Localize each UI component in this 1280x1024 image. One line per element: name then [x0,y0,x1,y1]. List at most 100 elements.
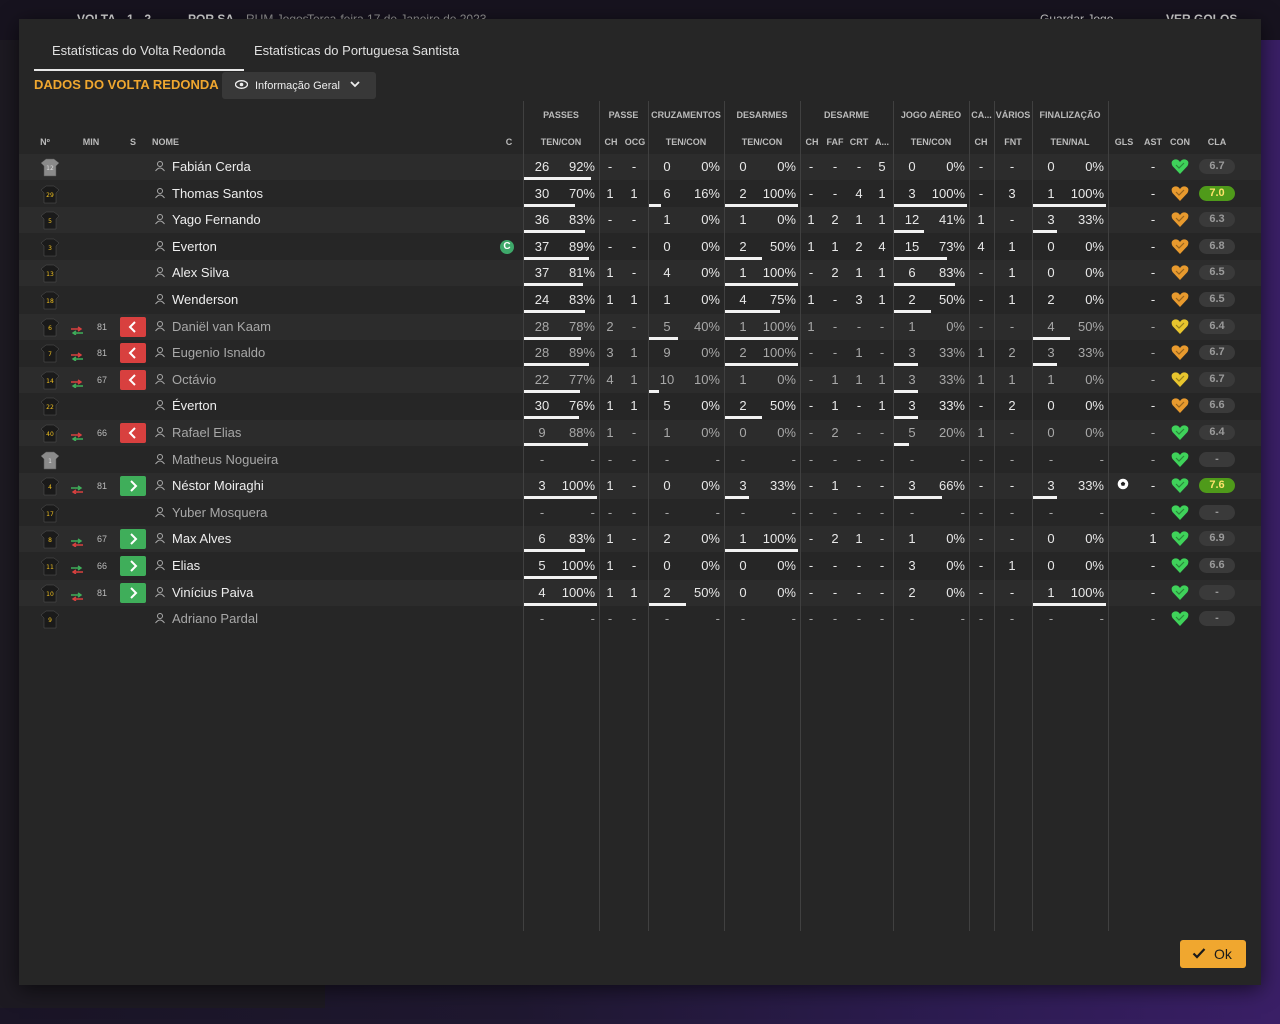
desarme-ch-value: - [808,611,814,627]
column-divider [1108,101,1109,931]
player-name[interactable]: Wenderson [172,292,238,307]
varios-fnt-value: - [1009,318,1015,334]
passes-attempts: 36 [534,212,550,228]
subbed-off-button[interactable] [120,343,146,364]
subbed-off-button[interactable] [120,423,146,443]
player-row[interactable]: 29 Thomas Santos 30 70% 6 16% 2 100% 3 100% 1 100% 1… [19,181,1261,207]
player-row[interactable]: 9 Adriano Pardal - - - - - - - - - - - - - - - - - - - - [19,606,1261,632]
column-header-aereo[interactable]: TEN/CON [897,137,965,147]
passes-success-bar [524,310,585,313]
player-row[interactable]: 1 Matheus Nogueira - - - - - - - - - - - - - - - - - - - - [19,447,1261,473]
column-header-con[interactable]: CON [1167,137,1193,147]
player-name[interactable]: Max Alves [172,531,231,546]
subbed-on-button[interactable] [120,476,146,497]
column-header-s[interactable]: S [126,137,140,147]
player-name[interactable]: Everton [172,239,217,254]
player-name[interactable]: Alex Silva [172,265,229,280]
column-header-c[interactable]: C [504,137,514,147]
column-header-passe-ch[interactable]: CH [601,137,621,147]
fin-percent: 0% [1085,558,1104,573]
subbed-off-button[interactable] [120,369,146,390]
aer-percent: - [960,611,965,627]
player-name[interactable]: Eugenio Isnaldo [172,345,265,360]
aer-percent: - [960,451,965,467]
column-header-name[interactable]: NOME [152,137,212,147]
column-header-des-crt[interactable]: CRT [847,137,871,147]
column-header-passes[interactable]: TEN/CON [529,137,593,147]
varios-fnt-value: - [1009,159,1015,174]
substitution-arrows-icon [70,323,84,338]
subbed-on-button[interactable] [120,556,146,576]
player-name[interactable]: Matheus Nogueira [172,452,278,467]
player-name[interactable]: Adriano Pardal [172,611,258,626]
player-name[interactable]: Fabián Cerda [172,159,251,174]
subbed-on-button[interactable] [120,529,146,550]
column-header-ast[interactable]: AST [1141,137,1165,147]
ok-button[interactable]: Ok [1180,940,1246,968]
shirt-number: 6 [48,325,52,332]
player-name[interactable]: Yuber Mosquera [172,505,267,520]
player-row[interactable]: 13 Alex Silva 37 81% 4 0% 1 100% 6 83% 0 0% 1- -2 1 1-1… [19,260,1261,287]
player-row[interactable]: 14 67 Octávio 22 77% 10 10% 1 0% 3 33% 1 0% 4 1-1 1 1 1 1-… [19,366,1261,393]
passe-ch-value: 1 [606,584,614,600]
player-row[interactable]: 22 Éverton 30 76% 5 0% 2 50% 3 33% 0 0% 1 1-1-1-2-6.6 [19,393,1261,420]
column-header-var-fnt[interactable]: FNT [999,137,1027,147]
player-name[interactable]: Néstor Moiraghi [172,478,264,493]
rating-badge: 6.5 [1199,265,1235,281]
column-header-min[interactable]: MIN [79,137,103,147]
chevron-left-icon [128,347,136,359]
column-header-des-ch[interactable]: CH [802,137,822,147]
aer-success-bar [894,283,955,287]
cartoes-ch-value: - [978,318,984,334]
aer-attempts: 2 [908,292,916,307]
column-header-no[interactable]: Nº [31,137,59,147]
player-name[interactable]: Vinícius Paiva [172,585,253,600]
player-name[interactable]: Éverton [172,398,217,413]
column-header-ca-ch[interactable]: CH [971,137,991,147]
column-header-cruz[interactable]: TEN/CON [652,137,720,147]
substitution-arrows-icon [70,376,84,391]
tab-volta-redonda[interactable]: Estatísticas do Volta Redonda [33,43,245,71]
fin-attempts: 1 [1047,371,1055,387]
column-header-gls[interactable]: GLS [1113,137,1135,147]
player-row[interactable]: 11 66 Elias 5 100% 0 0% 0 0% 3 0% 0 0% 1 - - - - - - 1 - 6.6 [19,553,1261,579]
player-row[interactable]: 40 66 Rafael Elias 9 88% 1 0% 0 0% 5 20% 0 0% 1 - - 2 - - 1… [19,420,1261,446]
person-icon [154,266,166,278]
desarme-ch-value: 1 [807,318,815,334]
des-attempts: - [740,504,746,520]
player-row[interactable]: 6 81 Daniël van Kaam 28 78% 5 40% 1 100% 1 0% 4 50% 2… [19,313,1261,340]
player-row[interactable]: 17 Yuber Mosquera - - - - - - - - - - - - - - - - - - - - [19,500,1261,526]
subbed-on-button[interactable] [120,582,146,603]
player-name[interactable]: Daniël van Kaam [172,319,271,334]
column-header-desarmes[interactable]: TEN/CON [728,137,796,147]
column-header-passe-ocg[interactable]: OCG [623,137,647,147]
player-name[interactable]: Thomas Santos [172,186,263,201]
player-row[interactable]: 12 Fabián Cerda 26 92% 0 0% 0 0% 0 0% 0 0% - - - - -5- - -… [19,154,1261,180]
column-header-des-faf[interactable]: FAF [824,137,846,147]
fin-percent: 50% [1077,318,1104,334]
player-name[interactable]: Yago Fernando [172,212,261,227]
view-dropdown[interactable]: Informação Geral [222,72,376,99]
tab-portuguesa-santista[interactable]: Estatísticas do Portuguesa Santista [254,43,459,71]
player-name[interactable]: Octávio [172,372,216,387]
column-header-fin[interactable]: TEN/NAL [1036,137,1104,147]
passes-attempts: 22 [534,371,550,387]
column-header-des-a[interactable]: A... [872,137,892,147]
column-header-cla[interactable]: CLA [1202,137,1232,147]
player-row[interactable]: 10 81 Vinícius Paiva 4 100% 2 50% 0 0% 2 0% 1 100% 1 1… [19,579,1261,606]
desarme-a-value: 1 [878,185,886,201]
player-row[interactable]: 8 67 Max Alves 6 83% 2 0% 1 100% 1 0% 0 0% 1- -2 1- - -1 6… [19,526,1261,553]
player-row[interactable]: 4 81 Néstor Moiraghi 3 100% 0 0% 3 33% 3 66% 3 33% 1 -… [19,473,1261,500]
ast-value: - [1150,371,1156,387]
player-name[interactable]: Rafael Elias [172,425,241,440]
player-row[interactable]: 18 Wenderson 24 83% 1 0% 4 75% 2 50% 2 0% 1 1 1-3 1-1-6… [19,287,1261,313]
person-icon [154,213,166,225]
player-name[interactable]: Elias [172,558,200,573]
passes-success-bar [524,230,585,234]
player-row[interactable]: 5 Yago Fernando 36 83% 1 0% 1 0% 12 41% 3 33% - -1 2 1 1… [19,207,1261,234]
player-row[interactable]: 3 Everton C 37 89% 0 0% 2 50% 15 73% 0 0% - -1 1 2 4 4 1-6.… [19,234,1261,260]
subbed-off-button[interactable] [120,316,146,337]
substitution-arrows-icon [70,482,84,497]
passe-ocg-value: - [631,425,637,440]
player-row[interactable]: 7 81 Eugenio Isnaldo 28 89% 9 0% 2 100% 3 33% 3 33% 3… [19,340,1261,367]
